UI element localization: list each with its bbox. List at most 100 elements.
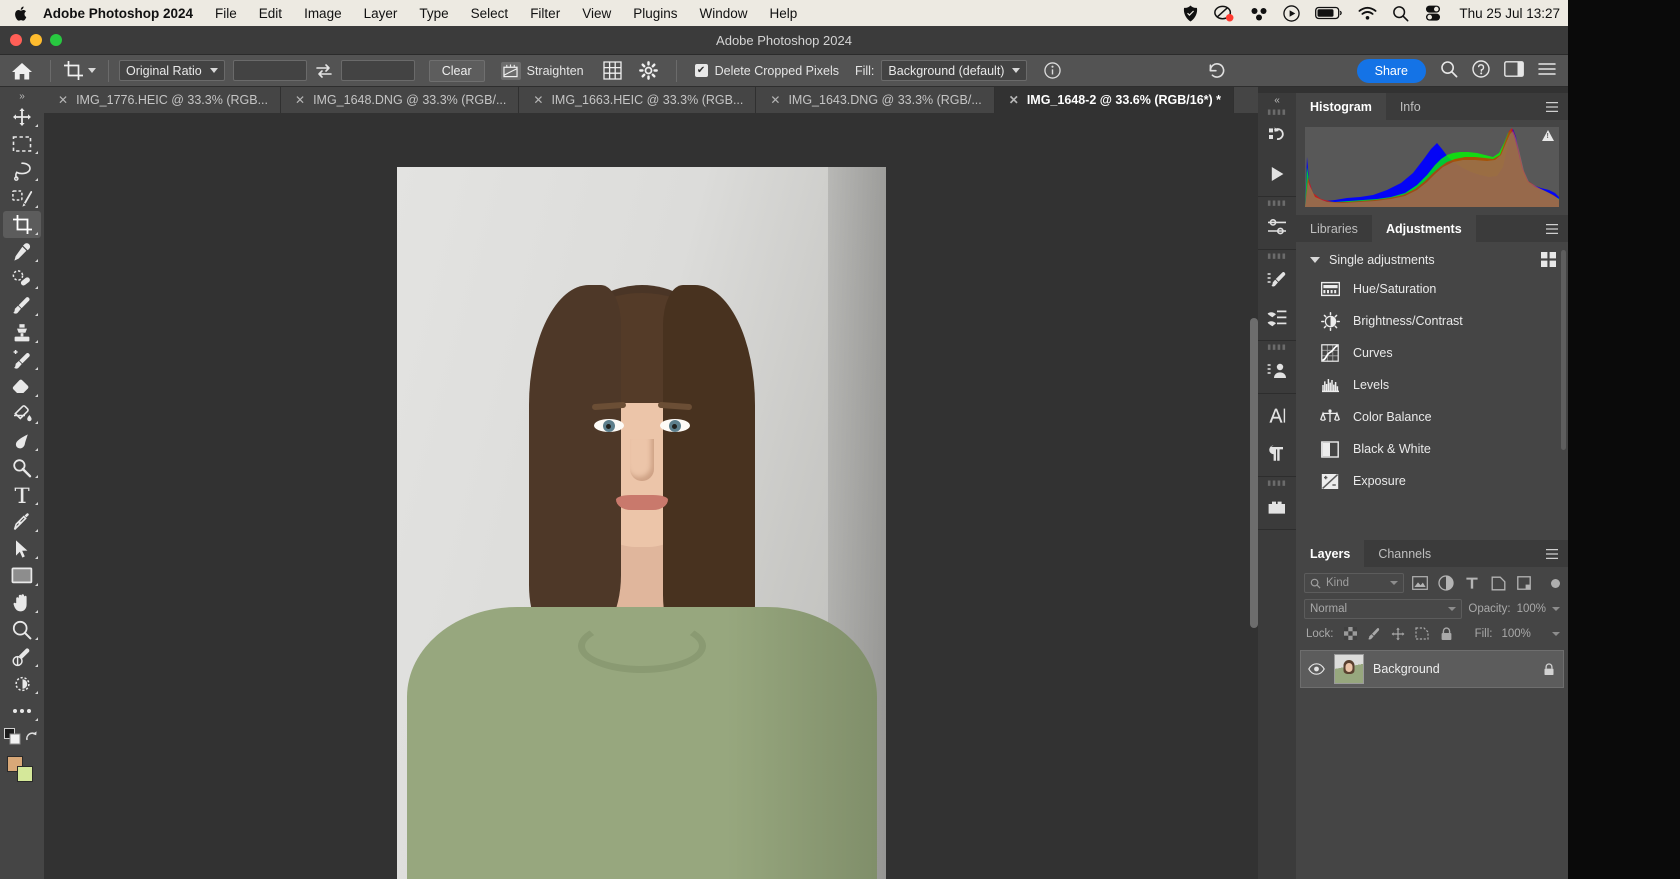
opacity-value[interactable]: 100% — [1517, 603, 1546, 615]
layer-row-background[interactable]: Background — [1300, 650, 1564, 688]
lock-position-icon[interactable] — [1391, 626, 1406, 641]
menu-select[interactable]: Select — [471, 6, 509, 21]
close-icon[interactable]: ✕ — [770, 94, 780, 106]
close-icon[interactable]: ✕ — [533, 94, 543, 106]
document-tab-2[interactable]: ✕ IMG_1648.DNG @ 33.3% (RGB/... — [281, 87, 520, 113]
library-icon[interactable] — [1258, 488, 1296, 526]
dropbox-icon[interactable] — [1250, 6, 1268, 21]
tool-eyedropper[interactable] — [3, 238, 41, 265]
crop-overlay-grid-icon[interactable] — [598, 61, 628, 80]
panel-grip[interactable]: ▮▮▮▮ — [1258, 344, 1296, 352]
menu-type[interactable]: Type — [419, 6, 448, 21]
background-color-swatch[interactable] — [17, 766, 33, 782]
menu-view[interactable]: View — [582, 6, 611, 21]
document-tab-1[interactable]: ✕ IMG_1776.HEIC @ 33.3% (RGB... — [44, 87, 281, 113]
menu-layer[interactable]: Layer — [364, 6, 398, 21]
color-swatches[interactable] — [3, 754, 41, 788]
adjustment-curves[interactable]: Curves — [1296, 337, 1568, 369]
share-button[interactable]: Share — [1356, 58, 1426, 83]
screen-recording-icon[interactable] — [1214, 5, 1235, 22]
apple-logo-icon[interactable] — [14, 5, 29, 22]
tool-gradient[interactable] — [3, 400, 41, 427]
fill-value[interactable]: 100% — [1501, 628, 1530, 640]
blend-mode-select[interactable]: Normal — [1304, 599, 1463, 619]
fill-select[interactable]: Background (default) — [881, 60, 1028, 81]
filter-enable-toggle[interactable] — [1551, 578, 1560, 588]
info-circle-icon[interactable] — [1037, 62, 1067, 79]
swap-colors-icon[interactable] — [24, 729, 40, 749]
menu-plugins[interactable]: Plugins — [633, 6, 677, 21]
chevron-down-icon[interactable] — [1310, 256, 1320, 263]
tool-pen[interactable] — [3, 508, 41, 535]
panel-menu-icon[interactable] — [1536, 540, 1568, 567]
adjustments-scrollbar[interactable] — [1561, 250, 1566, 450]
spotlight-search-icon[interactable] — [1392, 5, 1409, 22]
adjustment-brightness-contrast[interactable]: Brightness/Contrast — [1296, 305, 1568, 337]
tool-lasso[interactable] — [3, 157, 41, 184]
crop-height-input[interactable] — [340, 60, 415, 81]
wifi-icon[interactable] — [1358, 6, 1377, 21]
filter-smart-object-icon[interactable] — [1514, 574, 1534, 592]
collapse-panels-icon[interactable]: « — [1258, 93, 1296, 106]
canvas-area[interactable] — [44, 113, 1258, 879]
help-circle-icon[interactable] — [1472, 60, 1490, 81]
tool-move[interactable] — [3, 103, 41, 130]
menu-file[interactable]: File — [215, 6, 237, 21]
delete-cropped-pixels-checkbox[interactable]: ✔ Delete Cropped Pixels — [694, 64, 839, 78]
adjustment-hue-saturation[interactable]: Hue/Saturation — [1296, 273, 1568, 305]
character-icon[interactable] — [1258, 397, 1296, 435]
panel-menu-icon[interactable] — [1536, 215, 1568, 242]
eye-icon[interactable] — [1307, 663, 1325, 675]
document-tab-5-active[interactable]: ✕ IMG_1648-2 @ 33.6% (RGB/16*) * — [994, 87, 1235, 113]
tool-hand[interactable] — [3, 589, 41, 616]
control-center-icon[interactable] — [1424, 5, 1442, 21]
opacity-stepper-caret[interactable] — [1552, 607, 1560, 611]
swap-arrows-icon[interactable] — [307, 63, 341, 79]
filter-adjustment-icon[interactable] — [1436, 574, 1456, 592]
adjustment-levels[interactable]: Levels — [1296, 369, 1568, 401]
history-states-icon[interactable] — [1258, 117, 1296, 155]
default-colors-icon[interactable] — [4, 728, 21, 750]
tool-edit-toolbar[interactable] — [3, 670, 41, 697]
cached-data-warning-icon[interactable] — [1542, 130, 1554, 141]
tool-type[interactable] — [3, 481, 41, 508]
document-tab-3[interactable]: ✕ IMG_1663.HEIC @ 33.3% (RGB... — [519, 87, 757, 113]
tool-dodge[interactable] — [3, 454, 41, 481]
tool-zoom[interactable] — [3, 616, 41, 643]
tab-histogram[interactable]: Histogram — [1296, 93, 1386, 120]
tab-layers[interactable]: Layers — [1296, 540, 1365, 567]
tool-crop[interactable] — [3, 211, 41, 238]
panel-grip[interactable]: ▮▮▮▮ — [1258, 480, 1296, 488]
filter-type-icon[interactable] — [1462, 574, 1482, 592]
crop-ratio-select[interactable]: Original Ratio — [119, 60, 225, 81]
tab-info[interactable]: Info — [1385, 93, 1435, 120]
filter-shape-icon[interactable] — [1488, 574, 1508, 592]
home-icon[interactable] — [0, 61, 44, 81]
tool-path-selection[interactable] — [3, 535, 41, 562]
tool-object-selection[interactable] — [3, 184, 41, 211]
panel-grip[interactable]: ▮▮▮▮ — [1258, 109, 1296, 117]
reset-history-icon[interactable] — [1202, 61, 1232, 80]
tab-channels[interactable]: Channels — [1364, 540, 1446, 567]
expand-toolbar-icon[interactable]: » — [19, 91, 25, 103]
clone-source-icon[interactable] — [1258, 352, 1296, 390]
adjustment-black-and-white[interactable]: Black & White — [1296, 433, 1568, 465]
tab-adjustments[interactable]: Adjustments — [1371, 215, 1476, 242]
tool-blur[interactable] — [3, 427, 41, 454]
tool-spot-healing-brush[interactable] — [3, 265, 41, 292]
menu-image[interactable]: Image — [304, 6, 342, 21]
lock-icon[interactable] — [1543, 662, 1555, 676]
crop-tool-icon[interactable] — [57, 60, 102, 81]
adjustment-color-balance[interactable]: Color Balance — [1296, 401, 1568, 433]
tool-more[interactable] — [3, 697, 41, 724]
straighten-button[interactable]: Straighten — [500, 61, 584, 80]
gear-icon[interactable] — [634, 61, 664, 80]
menu-bar-clock[interactable]: Thu 25 Jul 13:27 — [1459, 6, 1560, 21]
menu-edit[interactable]: Edit — [259, 6, 282, 21]
tool-clone-stamp[interactable] — [3, 319, 41, 346]
tool-history-brush[interactable] — [3, 346, 41, 373]
adjustment-exposure[interactable]: Exposure — [1296, 465, 1568, 497]
close-icon[interactable]: ✕ — [295, 94, 305, 106]
tool-brush[interactable] — [3, 292, 41, 319]
play-circle-icon[interactable] — [1283, 4, 1301, 22]
